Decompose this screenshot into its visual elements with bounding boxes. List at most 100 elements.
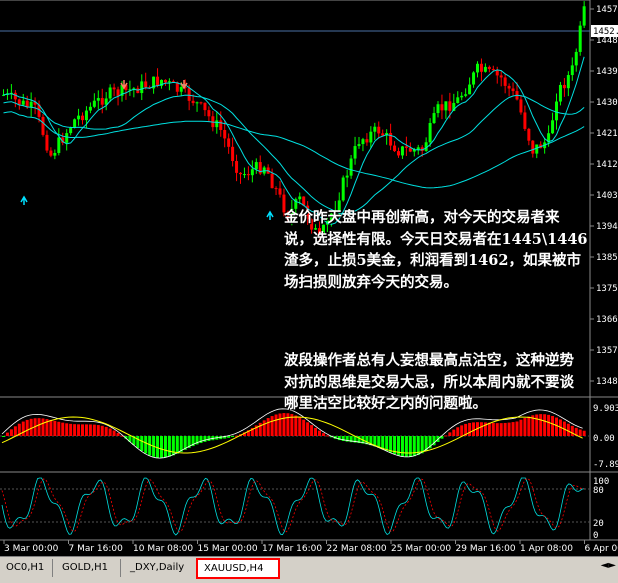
candle-body [30, 102, 33, 107]
macd-bar [97, 425, 100, 436]
candle-body [73, 119, 76, 128]
candle-body [429, 123, 432, 142]
candle-body [140, 81, 143, 93]
candle-body [223, 130, 226, 138]
candle-body [97, 98, 100, 101]
macd-bar [263, 420, 266, 436]
candle-body [472, 72, 475, 84]
macd-bar [14, 426, 17, 436]
candle-body [49, 151, 52, 156]
tab-xauusd-h4[interactable]: XAUUSD,H4 [196, 558, 280, 579]
candle-body [255, 162, 258, 169]
candle-body [215, 120, 218, 127]
candle-body [22, 101, 25, 105]
candle-body [93, 101, 96, 107]
candle-body [164, 80, 167, 82]
macd-label-zero: 0.00 [593, 434, 615, 444]
stoch-k-line [2, 478, 585, 535]
annotation-paragraph-2: 波段操作者总有人妄想最高点沽空，这种逆势对抗的思维是交易大忌，所以本周内就不要谈… [284, 350, 588, 415]
time-label: 6 Apr 00: [585, 544, 618, 554]
macd-bar [168, 436, 171, 457]
candle-body [401, 146, 404, 155]
macd-bar [93, 425, 96, 436]
candle-body [488, 67, 491, 69]
macd-bar [89, 424, 92, 436]
stoch-label-80: 80 [593, 486, 604, 496]
candle-body [551, 120, 554, 133]
candle-body [89, 107, 92, 111]
candle-body [196, 102, 199, 103]
time-label: 7 Mar 16:00 [69, 544, 124, 554]
macd-bar [113, 431, 116, 436]
candle-body [69, 128, 72, 133]
tab-gold-h1[interactable]: GOLD,H1 [56, 559, 121, 577]
price-label: 1394. [596, 222, 618, 232]
macd-bar [10, 429, 13, 436]
candle-body [136, 88, 139, 93]
macd-bar [77, 424, 80, 436]
candle-body [460, 96, 463, 98]
candle-body [369, 132, 372, 143]
macd-bar [101, 426, 104, 436]
macd-label-top: 9.903 [593, 404, 618, 414]
macd-bar [176, 436, 179, 454]
price-label: 1430. [596, 98, 618, 108]
macd-bar [203, 436, 206, 442]
tab-dxy-daily[interactable]: _DXY,Daily [124, 559, 199, 577]
candle-body [81, 116, 84, 120]
current-price-label: 1452. [593, 27, 618, 37]
down-arrow-icon [181, 80, 187, 88]
candle-body [231, 147, 234, 161]
macd-bar [85, 424, 88, 436]
macd-bar [57, 422, 60, 436]
price-label: 1357. [596, 346, 618, 356]
up-arrow-icon [21, 197, 27, 205]
price-label: 1412. [596, 160, 618, 170]
candle-body [535, 144, 538, 153]
candle-body [168, 81, 171, 82]
candle-body [77, 116, 80, 120]
macd-bar [6, 433, 9, 436]
candle-body [571, 65, 574, 75]
candle-body [417, 147, 420, 149]
macd-bar [259, 423, 262, 436]
tab-scroll-arrows[interactable]: ◄► [601, 560, 616, 571]
candle-body [456, 97, 459, 103]
candle-body [200, 102, 203, 103]
candle-body [559, 85, 562, 102]
candle-body [476, 64, 479, 73]
candle-body [42, 117, 45, 135]
stochastic-lines [2, 478, 585, 535]
annotation-paragraph-1: 金价昨天盘中再创新高，对今天的交易者来说，选择性有限。今天日交易者在1445\1… [284, 207, 588, 293]
time-label: 3 Mar 00:00 [4, 544, 59, 554]
price-label: 1403. [596, 191, 618, 201]
candle-body [440, 104, 443, 110]
macd-bar [207, 436, 210, 441]
macd-bar [73, 424, 76, 436]
macd-bar [42, 418, 45, 436]
candle-body [484, 67, 487, 72]
stoch-d-line [2, 478, 585, 532]
tab-oc0-h1[interactable]: OC0,H1 [0, 559, 53, 577]
time-axis: 3 Mar 00:007 Mar 16:0010 Mar 08:0015 Mar… [4, 540, 618, 554]
macd-bar [49, 420, 52, 436]
candle-body [53, 153, 56, 156]
time-label: 1 Apr 08:00 [520, 544, 573, 554]
price-label: 1348. [596, 377, 618, 387]
time-label: 17 Mar 16:00 [262, 544, 322, 554]
macd-bar [69, 424, 72, 436]
candle-body [468, 85, 471, 95]
macd-bar [267, 418, 270, 436]
candle-body [373, 127, 376, 132]
candle-body [18, 99, 21, 104]
stoch-label-0: 0 [593, 531, 598, 541]
price-label: 1439. [596, 67, 618, 77]
candle-body [275, 188, 278, 189]
candle-body [180, 87, 183, 92]
candle-body [480, 64, 483, 72]
candle-body [247, 174, 250, 175]
macd-bar [65, 423, 68, 436]
candle-body [219, 120, 222, 130]
candle-body [555, 102, 558, 121]
candle-body [117, 89, 120, 95]
